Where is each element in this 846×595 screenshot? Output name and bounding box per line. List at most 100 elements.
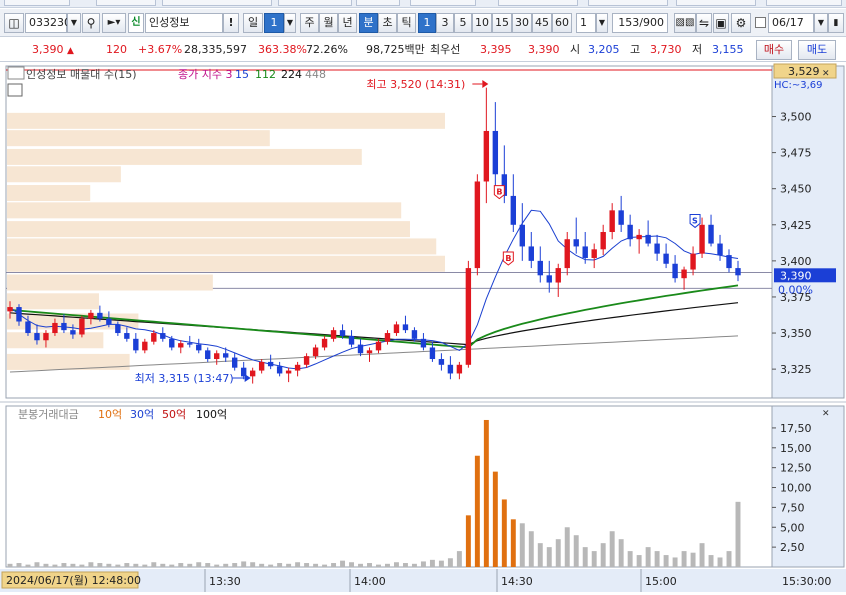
volume-bar bbox=[447, 558, 453, 567]
candle-body bbox=[34, 333, 40, 341]
tab-fragment[interactable] bbox=[356, 0, 400, 6]
current-price-tag-label: 3,390 bbox=[780, 269, 812, 282]
period-year-button[interactable]: 년 bbox=[338, 13, 357, 33]
tab-fragment[interactable] bbox=[162, 0, 272, 6]
volume-bar bbox=[250, 562, 256, 567]
chevron-down-icon[interactable]: ▼ bbox=[814, 13, 828, 33]
candle-body bbox=[708, 224, 714, 244]
period-minute-button[interactable]: 분 bbox=[359, 13, 378, 33]
candle-body bbox=[294, 364, 301, 371]
stock-code-input[interactable]: 033230 bbox=[25, 13, 71, 33]
tab-fragment[interactable] bbox=[588, 0, 668, 6]
tab-fragment[interactable] bbox=[96, 0, 156, 6]
candle-body bbox=[492, 130, 499, 175]
gear-icon[interactable]: ⚙ bbox=[731, 13, 751, 33]
interval-10-button[interactable]: 10 bbox=[472, 13, 492, 33]
candle-body bbox=[79, 318, 85, 335]
chevron-down-icon[interactable]: ▼ bbox=[596, 13, 608, 33]
price-legend-ma-112: 112 bbox=[255, 68, 276, 81]
compare-icon[interactable]: ⇋ bbox=[696, 13, 712, 33]
candle-body bbox=[249, 370, 256, 377]
tab-fragment[interactable] bbox=[278, 0, 352, 6]
open-price: 3,205 bbox=[588, 43, 620, 56]
candle-body bbox=[411, 330, 418, 339]
search-icon[interactable]: ⚲ bbox=[82, 13, 100, 33]
volume-bar bbox=[690, 552, 696, 567]
interval-30-button[interactable]: 30 bbox=[512, 13, 532, 33]
period-month-button[interactable]: 월 bbox=[319, 13, 338, 33]
interval-15-button[interactable]: 15 bbox=[492, 13, 512, 33]
volume-bar bbox=[555, 539, 561, 567]
period-tick-button[interactable]: 틱 bbox=[397, 13, 416, 33]
count-display[interactable]: 153/900 bbox=[612, 13, 668, 33]
volume-bar bbox=[708, 555, 714, 567]
date-checkbox[interactable] bbox=[755, 17, 766, 28]
high-annotation: 최고 3,520 (14:31) bbox=[366, 78, 465, 91]
candle-body bbox=[717, 243, 723, 256]
interval-5-button[interactable]: 5 bbox=[454, 13, 472, 33]
panel-toggle-icon[interactable]: ▮ bbox=[828, 13, 844, 33]
stock-name-field[interactable]: 인성정보 bbox=[145, 13, 223, 33]
period-day-button[interactable]: 일 bbox=[243, 13, 263, 33]
period-week-button[interactable]: 주 bbox=[300, 13, 319, 33]
candle-body bbox=[124, 333, 130, 339]
interval-1-button[interactable]: 1 bbox=[418, 13, 436, 33]
candle-body bbox=[61, 322, 67, 331]
high-label: 고 bbox=[630, 43, 641, 56]
layout-icon[interactable]: ◫ bbox=[4, 13, 24, 33]
tab-fragment[interactable] bbox=[766, 0, 842, 6]
tab-fragment[interactable] bbox=[676, 0, 756, 6]
indicator-icon[interactable]: ▧▧ bbox=[674, 13, 696, 33]
tab-fragment[interactable] bbox=[410, 0, 476, 6]
candle-body bbox=[330, 330, 337, 339]
stock-chart[interactable]: 3,5003,4753,4503,4253,4003,3753,3503,325… bbox=[0, 62, 846, 592]
sell-button[interactable]: 매도 bbox=[798, 40, 836, 60]
chevron-down-icon[interactable]: ▼ bbox=[284, 13, 296, 33]
volume-bar bbox=[232, 563, 238, 567]
candle-body bbox=[564, 239, 570, 269]
best-ask-price: 3,395 bbox=[480, 43, 512, 56]
candle-body bbox=[276, 366, 283, 374]
chevron-down-icon[interactable]: ▼ bbox=[67, 13, 81, 33]
date-input[interactable]: 06/17 bbox=[768, 13, 814, 33]
interval-60-button[interactable]: 60 bbox=[552, 13, 572, 33]
period-value-button[interactable]: 1 bbox=[264, 13, 284, 33]
tab-fragment[interactable] bbox=[498, 0, 578, 6]
volume-bar bbox=[393, 562, 399, 567]
volume-ratio: 363.38% bbox=[258, 43, 307, 56]
candle-body bbox=[348, 335, 355, 345]
volume-bar bbox=[70, 563, 76, 567]
volume-profile-bar bbox=[7, 185, 91, 202]
volume-legend-level: 10억 bbox=[98, 408, 122, 421]
volume-bar bbox=[295, 562, 301, 567]
period-second-button[interactable]: 초 bbox=[378, 13, 397, 33]
volume-bar bbox=[420, 561, 426, 567]
volume-profile-bar bbox=[7, 112, 445, 129]
price-tick-label: 3,350 bbox=[780, 327, 812, 340]
price-legend-name: 인성정보 매물대 수(15) bbox=[26, 68, 137, 81]
volume-legend-title: 분봉거래대금 bbox=[18, 408, 79, 421]
speaker-icon[interactable]: ►▾ bbox=[102, 13, 126, 33]
volume-bar bbox=[510, 519, 516, 567]
volume-bar bbox=[735, 501, 741, 567]
buy-signal-label: B bbox=[505, 254, 511, 263]
candle-body bbox=[636, 234, 642, 240]
candle-body bbox=[618, 210, 624, 225]
trade-value: 98,725백만 bbox=[366, 43, 425, 56]
tab-fragment[interactable] bbox=[4, 0, 70, 6]
candle-body bbox=[474, 181, 481, 269]
volume-bar bbox=[537, 543, 543, 567]
buy-button[interactable]: 매수 bbox=[756, 40, 792, 60]
alert-button[interactable]: ! bbox=[223, 13, 239, 33]
price-tick-label: 3,325 bbox=[780, 363, 812, 376]
interval-3-button[interactable]: 3 bbox=[436, 13, 454, 33]
save-icon[interactable]: ▣ bbox=[713, 13, 729, 33]
interval-45-button[interactable]: 45 bbox=[532, 13, 552, 33]
up-arrow-icon: ▲ bbox=[67, 46, 74, 56]
volume-bar bbox=[456, 551, 462, 567]
interval-input[interactable]: 1 bbox=[576, 13, 596, 33]
volume-bar bbox=[546, 547, 552, 567]
chart-area[interactable]: 3,500 3,475 3,450 3,425 3,400 3,375 3,350 3,325… bbox=[0, 62, 846, 592]
volume-bar bbox=[474, 455, 480, 567]
candle-body bbox=[537, 260, 543, 276]
